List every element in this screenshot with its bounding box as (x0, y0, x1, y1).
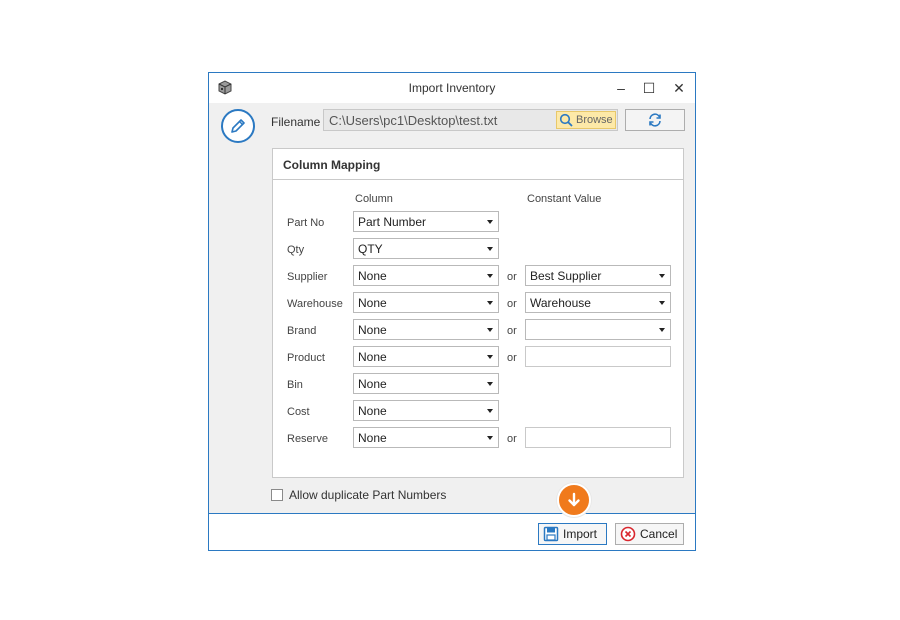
group-divider (273, 179, 683, 180)
maximize-button[interactable]: ☐ (635, 76, 663, 100)
bin-column-value: None (358, 377, 387, 391)
or-label: or (507, 271, 517, 283)
chevron-down-icon (487, 328, 493, 332)
supplier-constant-value: Best Supplier (530, 269, 602, 283)
allow-duplicates-checkbox[interactable] (271, 489, 283, 501)
cost-column-select[interactable]: None (353, 400, 499, 421)
save-icon (543, 526, 559, 542)
chevron-down-icon (487, 301, 493, 305)
chevron-down-icon (659, 328, 665, 332)
chevron-down-icon (487, 409, 493, 413)
cost-column-value: None (358, 404, 387, 418)
or-label: or (507, 325, 517, 337)
product-column-value: None (358, 350, 387, 364)
warehouse-column-select[interactable]: None (353, 292, 499, 313)
product-column-select[interactable]: None (353, 346, 499, 367)
refresh-icon (649, 113, 661, 127)
or-label: or (507, 298, 517, 310)
column-mapping-group: Column Mapping Column Constant Value Par… (272, 148, 684, 478)
warehouse-constant-select[interactable]: Warehouse (525, 292, 671, 313)
product-constant-input[interactable] (525, 346, 671, 367)
cost-label: Cost (287, 406, 310, 418)
import-button[interactable]: Import (538, 523, 607, 545)
chevron-down-icon (487, 382, 493, 386)
chevron-down-icon (487, 436, 493, 440)
chevron-down-icon (487, 220, 493, 224)
minimize-icon: – (617, 80, 625, 96)
arrow-down-icon (568, 492, 580, 507)
part-no-column-value: Part Number (358, 215, 427, 229)
maximize-icon: ☐ (642, 79, 656, 96)
chevron-down-icon (487, 247, 493, 251)
close-button[interactable]: ✕ (665, 76, 693, 100)
reserve-column-value: None (358, 431, 387, 445)
column-header: Column (355, 193, 393, 205)
filename-value: C:\Users\pc1\Desktop\test.txt (329, 113, 498, 128)
import-label: Import (563, 527, 598, 541)
chevron-down-icon (487, 355, 493, 359)
qty-column-value: QTY (358, 242, 383, 256)
allow-duplicates-option[interactable]: Allow duplicate Part Numbers (271, 488, 446, 502)
cancel-label: Cancel (640, 527, 678, 541)
supplier-column-value: None (358, 269, 387, 283)
refresh-button[interactable] (625, 109, 685, 131)
cancel-circle-icon (620, 526, 636, 542)
supplier-constant-select[interactable]: Best Supplier (525, 265, 671, 286)
warehouse-label: Warehouse (287, 298, 343, 310)
constant-value-header: Constant Value (527, 193, 602, 205)
warehouse-constant-value: Warehouse (530, 296, 591, 310)
warehouse-column-value: None (358, 296, 387, 310)
browse-button[interactable]: Browse (556, 111, 616, 129)
reserve-constant-input[interactable] (525, 427, 671, 448)
step-marker (557, 483, 591, 517)
qty-label: Qty (287, 244, 305, 256)
title-bar: Import Inventory – ☐ ✕ (209, 73, 695, 103)
import-inventory-dialog: Import Inventory – ☐ ✕ Filename C:\Users… (208, 72, 696, 551)
reserve-label: Reserve (287, 433, 328, 445)
cancel-button[interactable]: Cancel (615, 523, 684, 545)
part-no-label: Part No (287, 217, 325, 229)
supplier-label: Supplier (287, 271, 328, 283)
filename-field[interactable]: C:\Users\pc1\Desktop\test.txt Browse (323, 109, 618, 131)
dialog-body: Filename C:\Users\pc1\Desktop\test.txt B… (209, 103, 695, 513)
close-icon: ✕ (673, 79, 685, 96)
chevron-down-icon (659, 274, 665, 278)
part-no-column-select[interactable]: Part Number (353, 211, 499, 232)
column-mapping-title: Column Mapping (283, 158, 381, 172)
bin-column-select[interactable]: None (353, 373, 499, 394)
product-label: Product (287, 352, 325, 364)
pencil-icon (221, 109, 255, 143)
brand-label: Brand (287, 325, 317, 337)
or-label: or (507, 433, 517, 445)
brand-constant-select[interactable] (525, 319, 671, 340)
filename-label: Filename (271, 115, 321, 129)
or-label: or (507, 352, 517, 364)
brand-column-value: None (358, 323, 387, 337)
search-icon (559, 113, 573, 127)
allow-duplicates-label: Allow duplicate Part Numbers (289, 488, 447, 502)
footer-divider (209, 513, 695, 514)
supplier-column-select[interactable]: None (353, 265, 499, 286)
chevron-down-icon (487, 274, 493, 278)
browse-label: Browse (576, 114, 613, 126)
qty-column-select[interactable]: QTY (353, 238, 499, 259)
reserve-column-select[interactable]: None (353, 427, 499, 448)
bin-label: Bin (287, 379, 303, 391)
minimize-button[interactable]: – (607, 76, 635, 100)
brand-column-select[interactable]: None (353, 319, 499, 340)
chevron-down-icon (659, 301, 665, 305)
